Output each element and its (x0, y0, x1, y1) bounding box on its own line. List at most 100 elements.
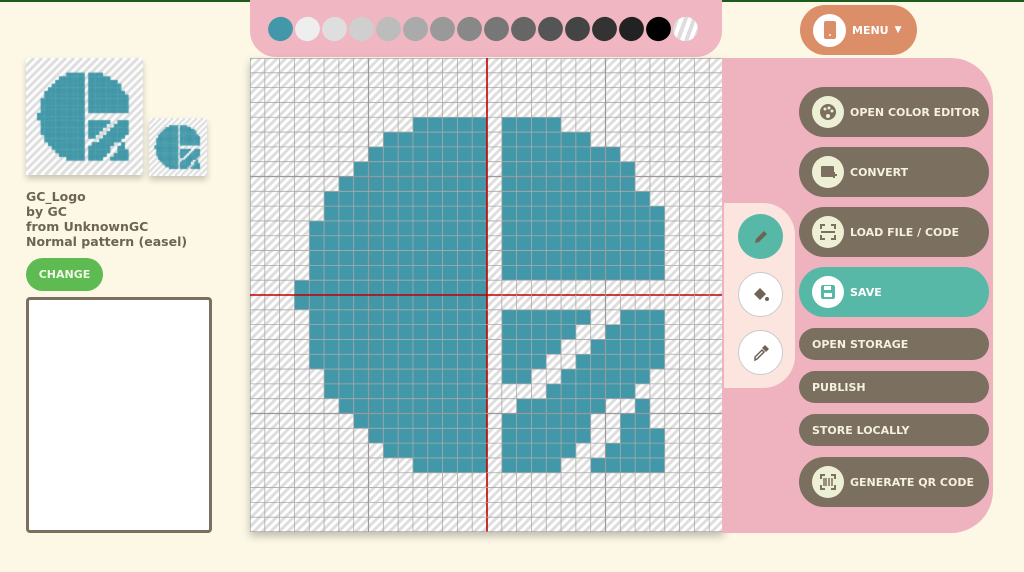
pattern-pixel[interactable] (338, 398, 354, 414)
pattern-pixel[interactable] (575, 176, 591, 192)
pattern-pixel[interactable] (635, 443, 650, 458)
pattern-pixel[interactable] (442, 383, 458, 399)
pattern-pixel[interactable] (412, 369, 428, 384)
pattern-pixel[interactable] (590, 146, 606, 162)
pattern-pixel[interactable] (605, 191, 621, 207)
pattern-pixel[interactable] (546, 235, 562, 251)
pattern-pixel[interactable] (501, 413, 517, 429)
pattern-pixel[interactable] (324, 369, 339, 384)
pattern-pixel[interactable] (635, 369, 650, 384)
pattern-pixel[interactable] (472, 176, 487, 192)
pattern-pixel[interactable] (590, 161, 606, 177)
pattern-pixel[interactable] (368, 354, 384, 370)
pattern-pixel[interactable] (324, 295, 339, 310)
pattern-pixel[interactable] (546, 220, 562, 236)
convert-button[interactable]: CONVERT (799, 147, 989, 197)
pattern-pixel[interactable] (442, 324, 458, 340)
pattern-pixel[interactable] (575, 146, 591, 162)
pattern-pixel[interactable] (338, 309, 354, 325)
pattern-pixel[interactable] (442, 309, 458, 325)
pattern-pixel[interactable] (472, 265, 487, 281)
pattern-pixel[interactable] (501, 443, 517, 458)
pattern-pixel[interactable] (561, 324, 576, 340)
pattern-pixel[interactable] (472, 457, 487, 473)
pattern-pixel[interactable] (457, 206, 473, 221)
pattern-pixel[interactable] (383, 280, 399, 295)
pattern-pixel[interactable] (338, 354, 354, 370)
pattern-pixel[interactable] (324, 339, 339, 355)
pattern-pixel[interactable] (575, 428, 591, 444)
pattern-pixel[interactable] (501, 309, 517, 325)
pattern-pixel[interactable] (605, 383, 621, 399)
pattern-pixel[interactable] (649, 457, 665, 473)
pattern-pixel[interactable] (546, 146, 562, 162)
pattern-pixel[interactable] (649, 235, 665, 251)
pattern-pixel[interactable] (457, 443, 473, 458)
pattern-pixel[interactable] (516, 176, 532, 192)
palette-swatch[interactable] (426, 12, 459, 46)
pattern-pixel[interactable] (575, 235, 591, 251)
pattern-pixel[interactable] (472, 398, 487, 414)
pattern-pixel[interactable] (338, 324, 354, 340)
pattern-pixel[interactable] (516, 413, 532, 429)
pattern-pixel[interactable] (472, 235, 487, 251)
pattern-pixel[interactable] (427, 295, 443, 310)
pattern-pixel[interactable] (546, 324, 562, 340)
pattern-pixel[interactable] (324, 309, 339, 325)
pattern-pixel[interactable] (442, 354, 458, 370)
pattern-pixel[interactable] (472, 339, 487, 355)
pattern-pixel[interactable] (338, 295, 354, 310)
pattern-pixel[interactable] (620, 191, 636, 207)
pattern-pixel[interactable] (457, 191, 473, 207)
pattern-pixel[interactable] (457, 117, 473, 133)
pattern-pixel[interactable] (635, 339, 650, 355)
pattern-pixel[interactable] (501, 206, 517, 221)
eyedropper-tool-button[interactable] (738, 330, 783, 375)
pattern-pixel[interactable] (353, 280, 369, 295)
pattern-pixel[interactable] (412, 117, 428, 133)
pattern-pixel[interactable] (605, 443, 621, 458)
pattern-pixel[interactable] (412, 457, 428, 473)
pattern-pixel[interactable] (546, 265, 562, 281)
pattern-pixel[interactable] (531, 117, 547, 133)
pattern-pixel[interactable] (605, 324, 621, 340)
pattern-pixel[interactable] (398, 161, 413, 177)
pattern-pixel[interactable] (531, 398, 547, 414)
pattern-pixel[interactable] (561, 383, 576, 399)
pattern-pixel[interactable] (368, 309, 384, 325)
pattern-pixel[interactable] (457, 250, 473, 266)
pattern-pixel[interactable] (457, 176, 473, 192)
pattern-pixel[interactable] (309, 309, 325, 325)
pattern-pixel[interactable] (383, 191, 399, 207)
pattern-pixel[interactable] (309, 250, 325, 266)
menu-button[interactable]: MENU ▼ (800, 5, 917, 55)
pattern-pixel[interactable] (338, 220, 354, 236)
pattern-pixel[interactable] (353, 265, 369, 281)
save-button[interactable]: SAVE (799, 267, 989, 317)
pattern-pixel[interactable] (368, 428, 384, 444)
pattern-pixel[interactable] (457, 309, 473, 325)
pattern-pixel[interactable] (457, 383, 473, 399)
pattern-pixel[interactable] (398, 206, 413, 221)
pattern-pixel[interactable] (412, 191, 428, 207)
pattern-pixel[interactable] (412, 250, 428, 266)
pattern-pixel[interactable] (575, 413, 591, 429)
pattern-pixel[interactable] (368, 235, 384, 251)
pattern-pixel[interactable] (427, 191, 443, 207)
pattern-pixel[interactable] (442, 146, 458, 162)
pattern-pixel[interactable] (605, 235, 621, 251)
pattern-pixel[interactable] (309, 220, 325, 236)
pattern-code-textarea[interactable] (26, 297, 212, 533)
pattern-pixel[interactable] (383, 443, 399, 458)
pattern-pixel[interactable] (427, 220, 443, 236)
palette-swatch[interactable] (264, 12, 297, 46)
pattern-pixel[interactable] (427, 280, 443, 295)
pattern-pixel[interactable] (338, 280, 354, 295)
pattern-pixel[interactable] (324, 191, 339, 207)
pattern-pixel[interactable] (442, 191, 458, 207)
pattern-pixel[interactable] (561, 250, 576, 266)
pattern-pixel[interactable] (427, 383, 443, 399)
pattern-pixel[interactable] (324, 324, 339, 340)
pattern-pixel[interactable] (531, 265, 547, 281)
pattern-pixel[interactable] (442, 161, 458, 177)
